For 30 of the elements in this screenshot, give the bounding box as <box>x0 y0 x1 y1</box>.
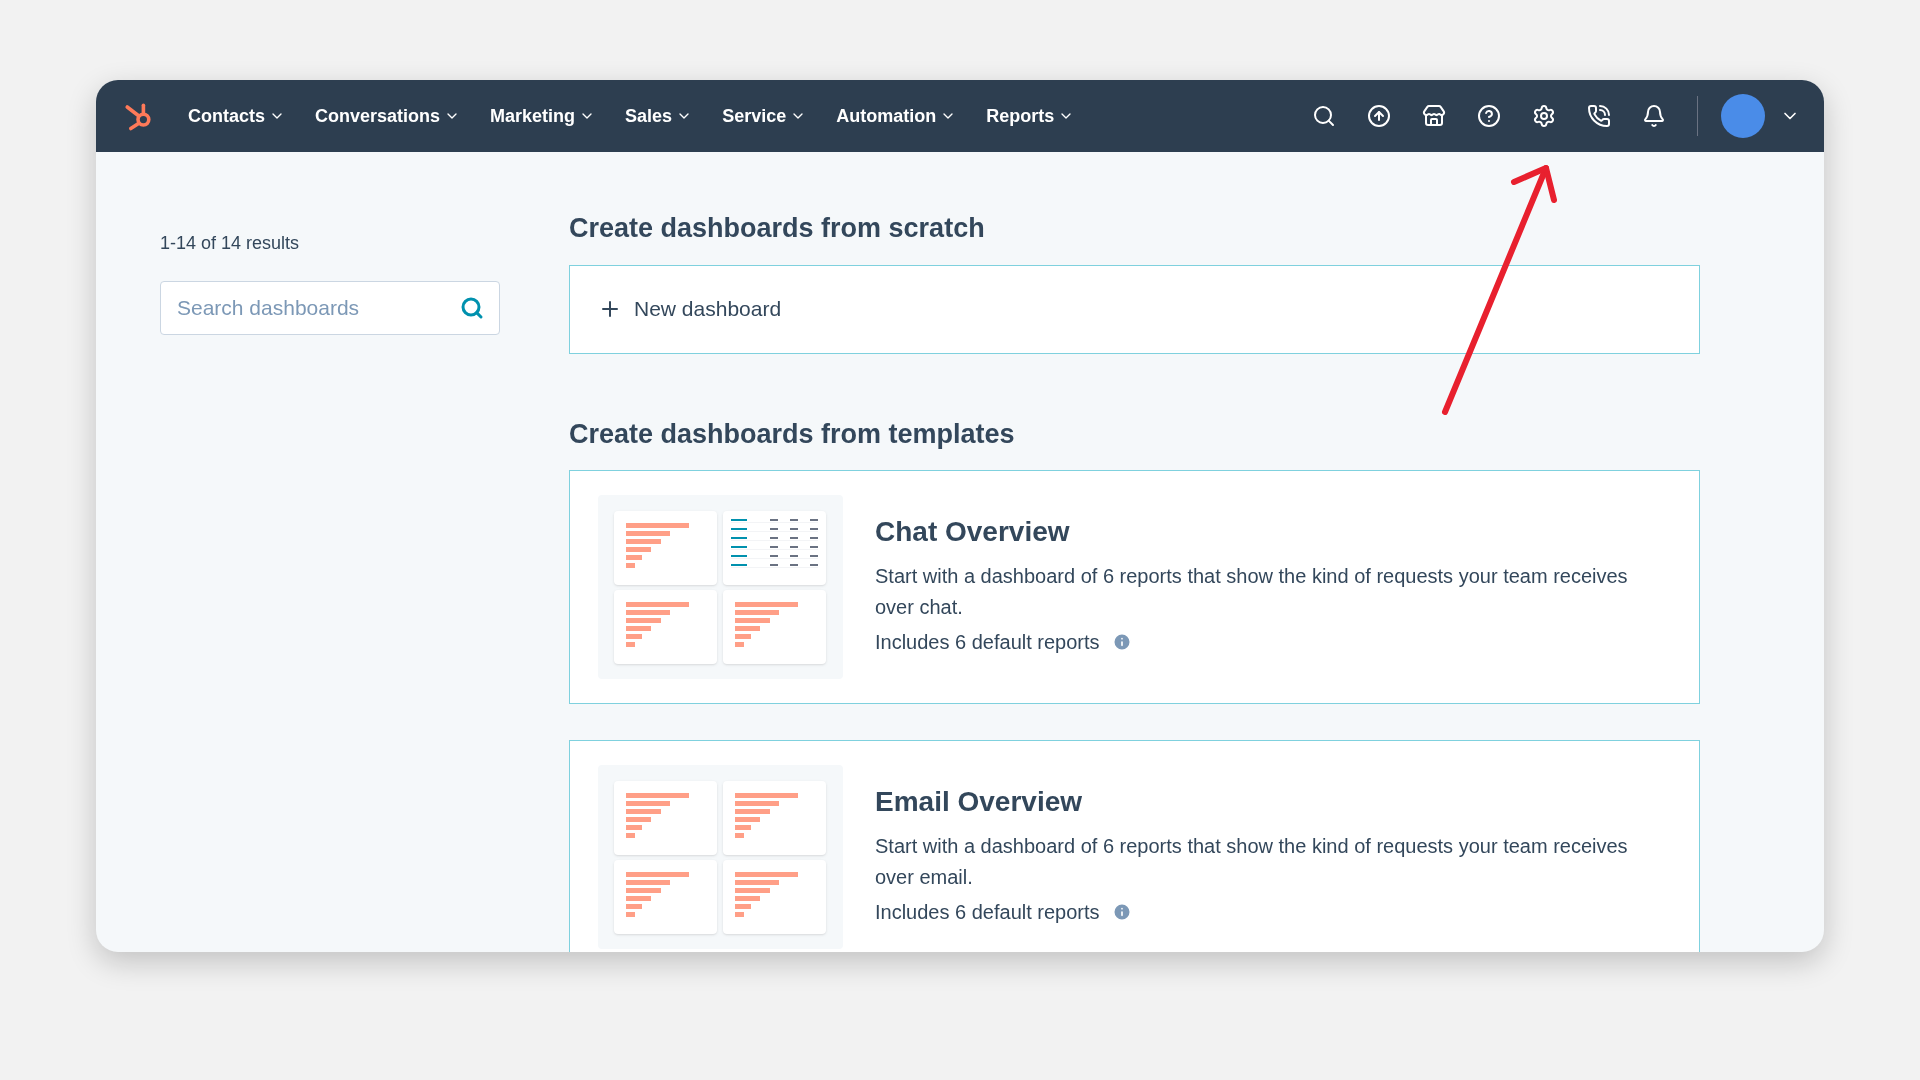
search-field[interactable]: Search dashboards <box>160 281 500 335</box>
template-card[interactable]: Chat Overview Start with a dashboard of 6 reports that show the kind of requests your team receives over chat. Includes 6 default reports <box>569 470 1700 704</box>
nav-menu[interactable]: Marketing <box>490 102 596 130</box>
new-dashboard-button[interactable]: New dashboard <box>569 264 1700 354</box>
nav-menu[interactable]: Reports <box>986 102 1075 130</box>
upload-icon[interactable] <box>1367 104 1391 128</box>
search-icon[interactable] <box>1312 104 1336 128</box>
report-count: Includes 6 default reports <box>875 630 1100 655</box>
help-icon[interactable] <box>1477 104 1501 128</box>
phone-icon[interactable] <box>1587 104 1611 128</box>
notifications-icon[interactable] <box>1642 104 1666 128</box>
info-icon[interactable] <box>1111 902 1132 922</box>
template-description: Start with a dashboard of 6 reports that show the kind of requests your team receives over chat. <box>875 564 1629 620</box>
section-heading: Create dashboards from scratch <box>569 212 986 245</box>
template-title[interactable]: Email Overview <box>875 781 1671 823</box>
info-icon[interactable] <box>1111 632 1132 652</box>
nav-menu[interactable]: Automation <box>836 102 957 130</box>
nav-menu[interactable]: Contacts <box>188 102 285 130</box>
template-description: Start with a dashboard of 6 reports that show the kind of requests your team receives over email. <box>875 834 1629 890</box>
settings-icon[interactable] <box>1532 104 1556 128</box>
section-heading: Create dashboards from templates <box>569 417 1016 451</box>
nav-menu[interactable]: Service <box>722 102 807 130</box>
results-count: 1-14 of 14 results <box>160 232 301 255</box>
storefront-icon[interactable] <box>1422 104 1446 128</box>
template-card[interactable]: Email Overview Start with a dashboard of 6 reports that show the kind of requests your team receives over email. Includes 6 default reports <box>569 740 1700 952</box>
avatar[interactable] <box>1721 94 1765 138</box>
nav-menu[interactable]: Sales <box>625 102 693 130</box>
nav-menu[interactable]: Conversations <box>315 102 461 130</box>
template-title[interactable]: Chat Overview <box>875 511 1671 553</box>
report-count: Includes 6 default reports <box>875 900 1100 925</box>
